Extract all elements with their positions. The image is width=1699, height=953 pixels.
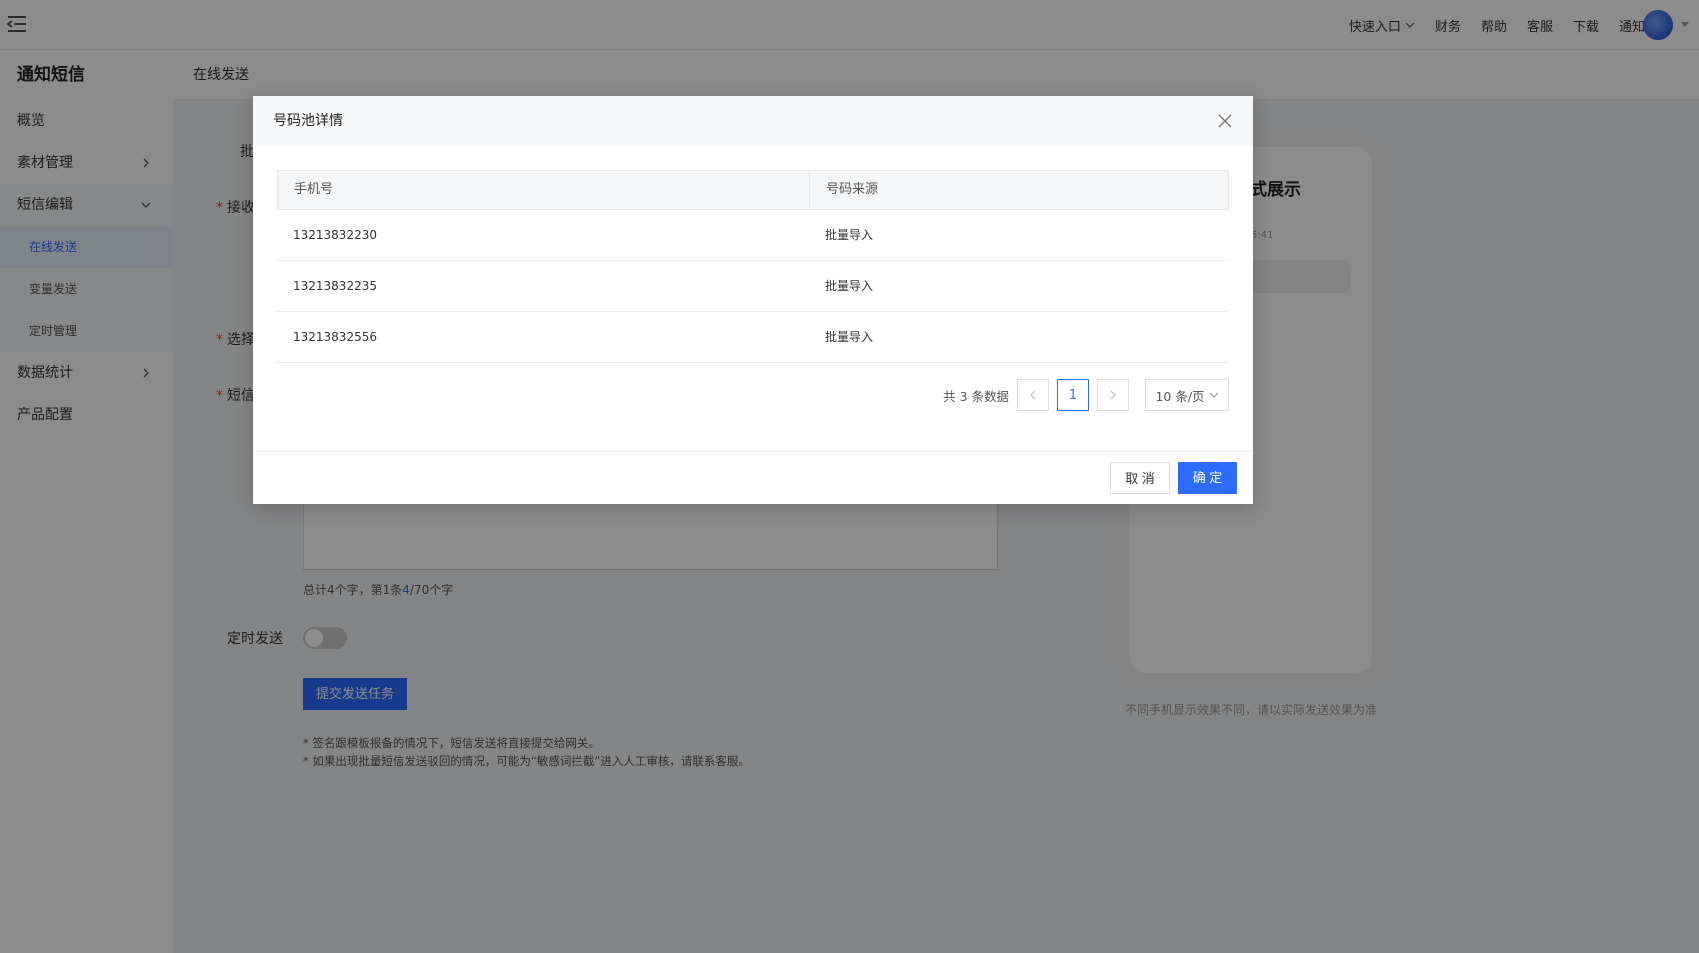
- close-icon[interactable]: [1217, 113, 1233, 129]
- chevron-down-icon: [1209, 392, 1218, 398]
- page-button[interactable]: 1: [1057, 379, 1089, 411]
- cancel-button[interactable]: 取 消: [1110, 462, 1170, 494]
- number-pool-modal: 号码池详情 手机号 号码来源 13213832230 批量导入 13213832…: [253, 96, 1253, 504]
- modal-title: 号码池详情: [273, 113, 343, 129]
- pagination-total: 共 3 条数据: [943, 388, 1009, 404]
- pagination: 共 3 条数据 1 10 条/页: [943, 379, 1229, 411]
- cell-phone: 13213832230: [293, 228, 377, 242]
- next-page-button[interactable]: [1097, 379, 1129, 411]
- cell-source: 批量导入: [825, 330, 874, 344]
- table-row: 13213832556 批量导入: [277, 312, 1229, 363]
- cell-source: 批量导入: [825, 228, 874, 242]
- cell-phone: 13213832235: [293, 279, 377, 293]
- table-header: 手机号 号码来源: [277, 170, 1229, 210]
- modal-header: 号码池详情: [253, 96, 1253, 146]
- confirm-button[interactable]: 确 定: [1178, 462, 1237, 494]
- cell-phone: 13213832556: [293, 330, 377, 344]
- page-size-value: 10 条/页: [1155, 388, 1205, 404]
- table-row: 13213832230 批量导入: [277, 210, 1229, 261]
- number-table: 手机号 号码来源 13213832230 批量导入 13213832235 批量…: [277, 170, 1229, 363]
- column-header-source: 号码来源: [826, 182, 879, 197]
- page-size-select[interactable]: 10 条/页: [1145, 379, 1229, 411]
- prev-page-button[interactable]: [1017, 379, 1049, 411]
- chevron-right-icon: [1110, 390, 1116, 400]
- chevron-left-icon: [1030, 390, 1036, 400]
- modal-footer: 取 消 确 定: [253, 451, 1253, 504]
- cell-source: 批量导入: [825, 279, 874, 293]
- table-row: 13213832235 批量导入: [277, 261, 1229, 312]
- column-header-phone: 手机号: [278, 171, 810, 209]
